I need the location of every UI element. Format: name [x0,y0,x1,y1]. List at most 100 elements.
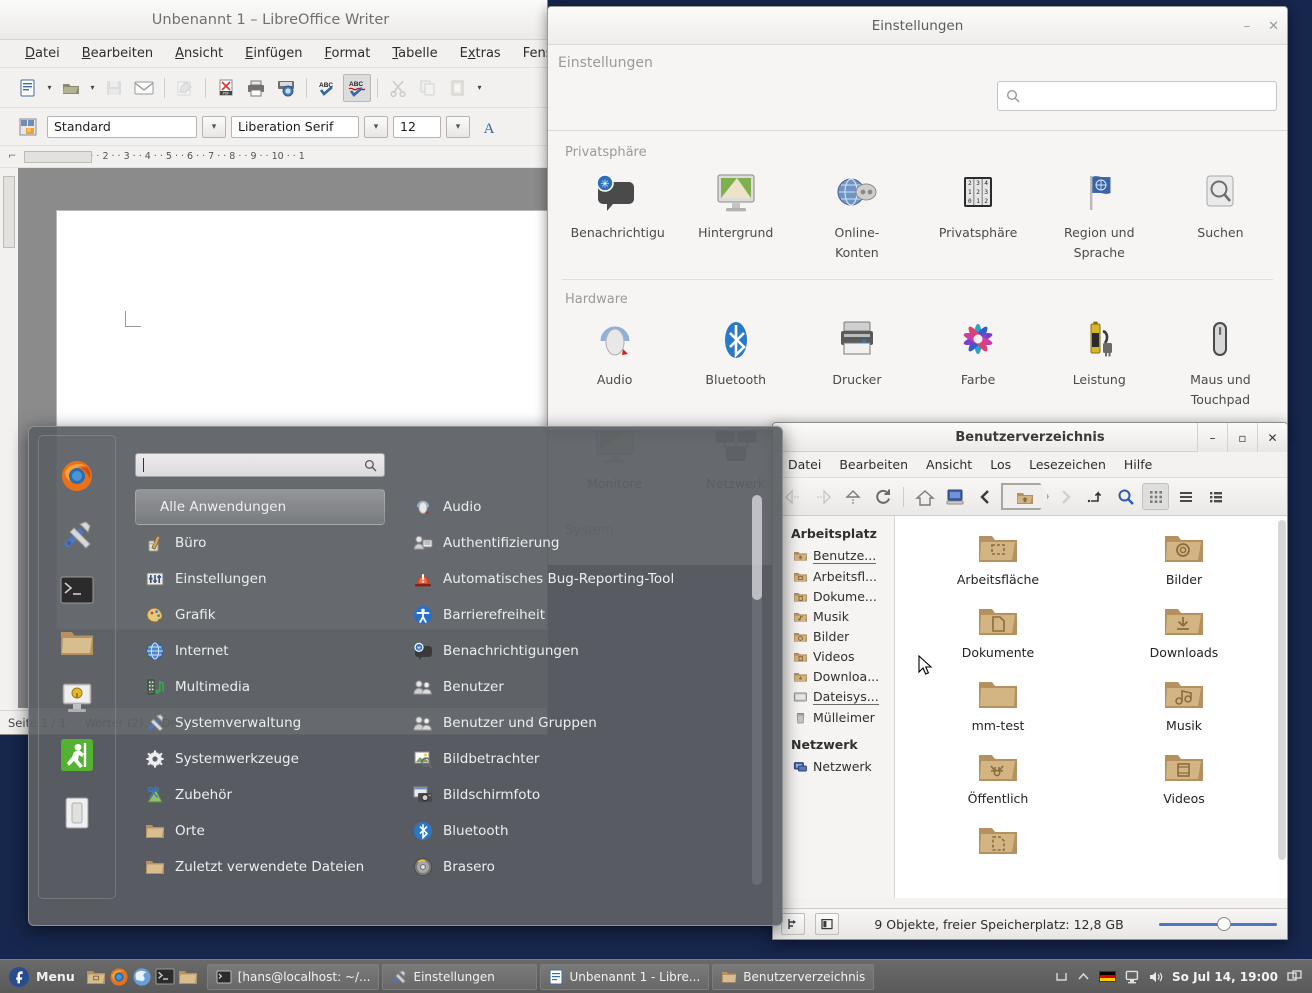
ruler-corner-icon[interactable]: ⌐ [8,151,24,162]
paste-dropdown-icon[interactable]: ▾ [474,83,485,92]
maximize-icon[interactable]: ▫ [1227,423,1257,452]
app-brasero[interactable]: Brasero [407,849,747,885]
settings-item-online-konten[interactable]: Online- Konten [796,168,917,273]
paragraph-style-dropdown[interactable]: ▾ [202,115,226,138]
list-view-icon[interactable] [1172,483,1199,510]
settings-item-bluetooth[interactable]: Bluetooth [675,315,796,420]
font-name-dropdown[interactable]: ▾ [364,115,388,138]
files-icon[interactable] [86,968,106,986]
filemanager-menubar[interactable]: Datei Bearbeiten Ansicht Los Lesezeichen… [773,452,1287,478]
cut-icon[interactable] [384,74,412,102]
tree-toggle-button[interactable] [781,913,805,935]
sidebar-item-benutzerverzeichnis[interactable]: Benutze... [773,545,894,566]
category-einstellungen[interactable]: Einstellungen [135,561,385,597]
zoom-slider[interactable] [1159,916,1277,932]
taskbar-task-filemanager[interactable]: Benutzerverzeichnis [712,963,875,990]
app-benutzer[interactable]: Benutzer [407,669,747,705]
appmenu-search-input[interactable] [135,453,385,477]
print-icon[interactable] [242,74,270,102]
volume-icon[interactable] [1148,970,1163,984]
file-item[interactable]: Bilder [1091,524,1277,597]
taskbar-launchers[interactable] [86,967,204,987]
menu-fenster[interactable]: Fenst [512,43,547,64]
appmenu-applications[interactable]: Audio Authentifizierung Automatisches Bu… [407,489,747,885]
file-item[interactable]: Musik [1091,670,1277,743]
web-browser-icon[interactable] [132,967,152,987]
fm-menu-ansicht[interactable]: Ansicht [917,455,981,474]
settings-item-drucker[interactable]: Drucker [796,315,917,420]
sidebar-item-downloads[interactable]: Downloa... [773,666,894,686]
filemanager-statusbar[interactable]: 9 Objekte, freier Speicherplatz: 12,8 GB [773,908,1287,939]
taskbar[interactable]: Menu [hans@localhost: ~/... Einstellunge… [0,959,1312,993]
taskbar-menu-button[interactable]: Menu [4,963,83,991]
fm-menu-lesezeichen[interactable]: Lesezeichen [1020,455,1115,474]
file-item[interactable]: Videos [1091,743,1277,816]
appmenu-sidebar[interactable] [38,435,116,899]
settings-item-leistung[interactable]: Leistung [1039,315,1160,420]
writer-standard-toolbar[interactable]: ▾ ▾ PDF ABC ABC ▾ [0,68,547,108]
minimize-icon[interactable]: – [1197,423,1227,452]
app-bildbetrachter[interactable]: Bildbetrachter [407,741,747,777]
lock-screen-icon[interactable] [59,682,95,714]
back-icon[interactable] [779,483,806,510]
app-bug-reporting-tool[interactable]: Automatisches Bug-Reporting-Tool [407,561,747,597]
category-internet[interactable]: Internet [135,633,385,669]
forward-icon[interactable] [809,483,836,510]
taskbar-system-tray[interactable]: So Jul 14, 19:00 [1055,970,1308,984]
file-manager-window[interactable]: Benutzerverzeichnis – ▫ ✕ Datei Bearbeit… [772,422,1288,940]
writer-titlebar[interactable]: Unbenannt 1 – LibreOffice Writer [0,0,547,40]
app-authentifizierung[interactable]: Authentifizierung [407,525,747,561]
sidebar-item-bilder[interactable]: Bilder [773,626,894,646]
category-multimedia[interactable]: Multimedia [135,669,385,705]
paragraph-style-input[interactable]: Standard [47,115,197,138]
copy-icon[interactable] [414,74,442,102]
font-size-dropdown[interactable]: ▾ [446,115,470,138]
ruler-track[interactable]: · · 1 · · · · 1 · · 2 · · 3 · · 4 · · 5 … [24,150,547,164]
fm-menu-hilfe[interactable]: Hilfe [1115,455,1161,474]
terminal-icon[interactable] [155,968,175,985]
open-folder-icon[interactable] [57,74,85,102]
firefox-icon[interactable] [59,458,95,494]
taskbar-task-einstellungen[interactable]: Einstellungen [382,963,538,990]
new-document-dropdown-icon[interactable]: ▾ [44,83,55,92]
settings-item-audio[interactable]: Audio [554,315,675,420]
export-pdf-icon[interactable]: PDF [212,74,240,102]
paste-icon[interactable] [444,74,472,102]
fm-menu-datei[interactable]: Datei [779,455,830,474]
filemanager-file-grid[interactable]: Arbeitsfläche Bilder Dokumente Downloads… [895,516,1287,898]
fm-menu-bearbeiten[interactable]: Bearbeiten [830,455,917,474]
minimize-icon[interactable]: – [1244,19,1251,34]
app-bildschirmfoto[interactable]: Bildschirmfoto [407,777,747,813]
home-icon[interactable] [911,483,938,510]
sidebar-item-netzwerk[interactable]: Netzwerk [773,756,894,776]
category-grafik[interactable]: Grafik [135,597,385,633]
filemanager-window-controls[interactable]: – ▫ ✕ [1197,423,1287,452]
category-systemverwaltung[interactable]: Systemverwaltung [135,705,385,741]
appmenu-categories[interactable]: Alle Anwendungen Büro Einstellungen Graf… [135,489,385,885]
email-icon[interactable] [130,74,158,102]
file-manager-icon[interactable] [59,628,95,658]
category-zubehoer[interactable]: Zubehör [135,777,385,813]
taskbar-task-writer[interactable]: Unbenannt 1 - Libre... [540,963,710,990]
menu-format[interactable]: Format [314,43,382,64]
settings-item-suchen[interactable]: Suchen [1160,168,1281,273]
firefox-icon[interactable] [109,967,129,987]
menu-bearbeiten[interactable]: Bearbeiten [71,43,164,64]
font-size-input[interactable]: 12 [393,115,441,138]
settings-item-farbe[interactable]: Farbe [917,315,1038,420]
new-document-icon[interactable] [14,74,42,102]
workspace-switcher-icon[interactable] [1287,969,1302,984]
writer-menubar[interactable]: Datei Bearbeiten Ansicht Einfügen Format… [0,40,547,68]
logout-icon[interactable] [60,738,94,772]
edit-mode-icon[interactable] [171,74,199,102]
category-buero[interactable]: Büro [135,525,385,561]
close-icon[interactable]: ✕ [1268,19,1279,34]
computer-icon[interactable] [941,483,968,510]
filemanager-titlebar[interactable]: Benutzerverzeichnis – ▫ ✕ [773,423,1287,452]
settings-search-input[interactable] [997,81,1277,111]
app-benachrichtigungen[interactable]: ✳ Benachrichtigungen [407,633,747,669]
close-icon[interactable]: ✕ [1257,423,1287,452]
display-icon[interactable] [1125,970,1139,984]
category-zuletzt-verwendete-dateien[interactable]: Zuletzt verwendete Dateien [135,849,385,885]
sidebar-item-dokumente[interactable]: Dokume... [773,586,894,606]
